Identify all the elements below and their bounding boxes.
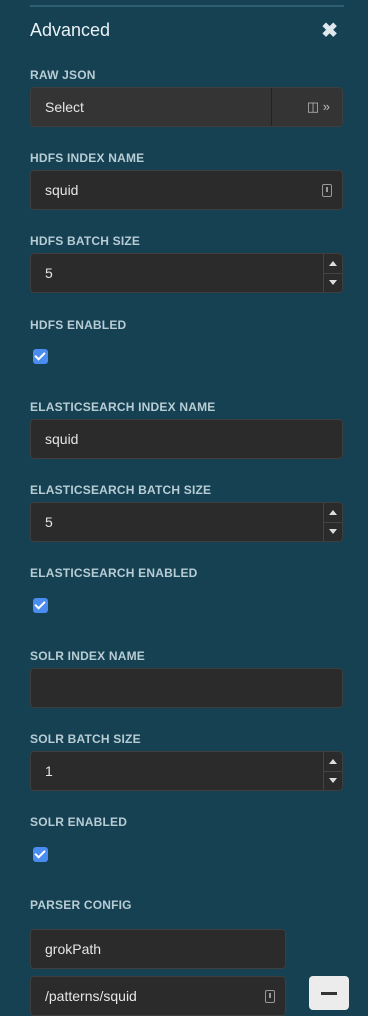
parser-config-value-value: /patterns/squid (45, 988, 137, 1004)
key-icon[interactable] (265, 990, 275, 1003)
solr-index-name-input[interactable] (30, 668, 343, 708)
raw-json-label: RAW JSON (30, 68, 96, 82)
top-divider (30, 5, 344, 7)
parser-config-key-input[interactable]: grokPath (30, 929, 286, 969)
elasticsearch-batch-size-spinner (323, 503, 342, 541)
remove-config-button[interactable] (309, 976, 349, 1010)
panel-header: Advanced ✖ (30, 18, 344, 46)
key-icon[interactable] (322, 184, 332, 197)
elasticsearch-enabled-label: ELASTICSEARCH ENABLED (30, 566, 198, 580)
solr-batch-size-spinner (323, 752, 342, 790)
elasticsearch-index-name-input[interactable]: squid (30, 419, 343, 459)
hdfs-batch-size-spinner (323, 254, 342, 292)
spinner-up-icon[interactable] (324, 254, 342, 274)
hdfs-index-name-value: squid (45, 182, 79, 198)
elasticsearch-batch-size-input[interactable]: 5 (30, 502, 343, 542)
spinner-down-icon[interactable] (324, 522, 342, 541)
hdfs-batch-size-input[interactable]: 5 (30, 253, 343, 293)
parser-config-value-input[interactable]: /patterns/squid (30, 976, 286, 1016)
raw-json-select-value: Select (45, 99, 84, 115)
double-chevron-right-icon[interactable]: » (323, 99, 330, 114)
elasticsearch-index-name-value: squid (45, 431, 79, 447)
spinner-up-icon[interactable] (324, 752, 342, 772)
close-icon[interactable]: ✖ (321, 18, 338, 43)
solr-batch-size-value: 1 (45, 763, 53, 779)
solr-batch-size-input[interactable]: 1 (30, 751, 343, 791)
elasticsearch-batch-size-label: ELASTICSEARCH BATCH SIZE (30, 483, 212, 497)
solr-batch-size-label: SOLR BATCH SIZE (30, 732, 141, 746)
raw-json-select[interactable]: Select ◫ » (30, 87, 343, 127)
hdfs-enabled-checkbox[interactable] (33, 349, 48, 364)
spinner-down-icon[interactable] (324, 273, 342, 292)
columns-icon[interactable]: ◫ (307, 99, 319, 114)
hdfs-enabled-label: HDFS ENABLED (30, 318, 127, 332)
hdfs-batch-size-value: 5 (45, 265, 53, 281)
parser-config-label: PARSER CONFIG (30, 898, 132, 912)
parser-config-key-value: grokPath (45, 941, 102, 957)
hdfs-batch-size-label: HDFS BATCH SIZE (30, 234, 141, 248)
spinner-down-icon[interactable] (324, 771, 342, 790)
select-divider (271, 88, 272, 126)
solr-index-name-label: SOLR INDEX NAME (30, 649, 146, 663)
solr-enabled-label: SOLR ENABLED (30, 815, 128, 829)
hdfs-index-name-input[interactable]: squid (30, 170, 343, 210)
hdfs-index-name-label: HDFS INDEX NAME (30, 151, 145, 165)
panel-title: Advanced (30, 20, 111, 40)
elasticsearch-batch-size-value: 5 (45, 514, 53, 530)
solr-enabled-checkbox[interactable] (33, 847, 48, 862)
spinner-up-icon[interactable] (324, 503, 342, 523)
elasticsearch-index-name-label: ELASTICSEARCH INDEX NAME (30, 400, 216, 414)
elasticsearch-enabled-checkbox[interactable] (33, 598, 48, 613)
